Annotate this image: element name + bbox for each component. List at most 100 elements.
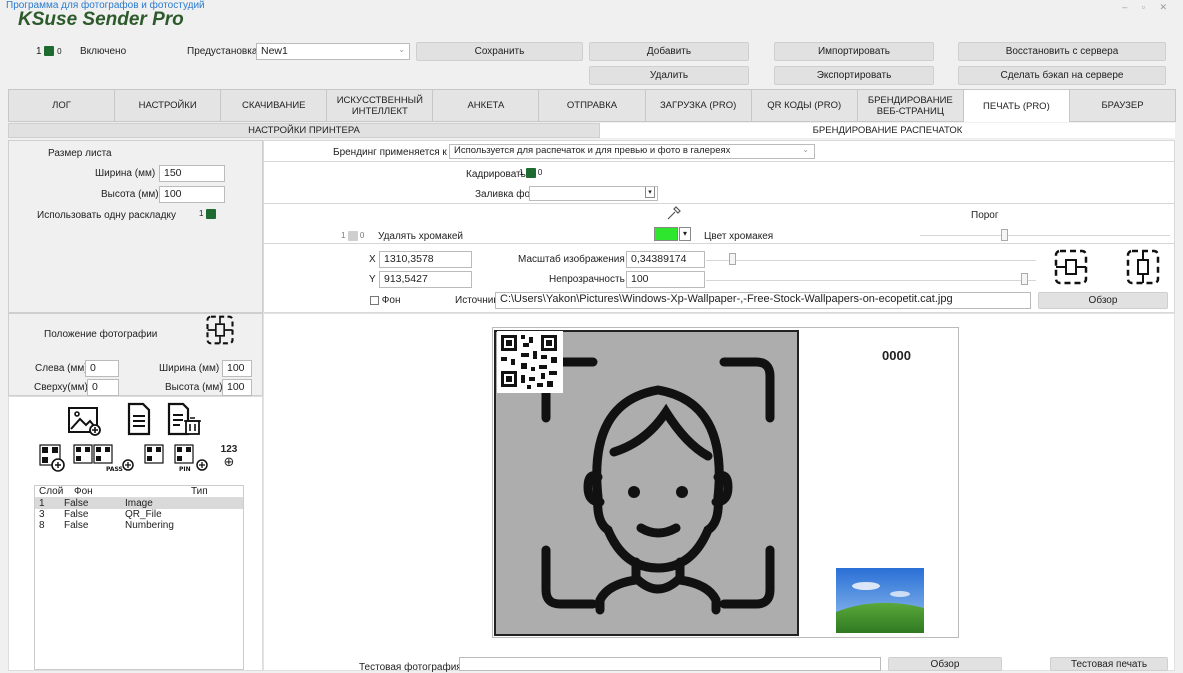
opacity-input[interactable]: 100	[626, 271, 705, 288]
backup-server-button[interactable]: Сделать бэкап на сервере	[958, 66, 1166, 85]
tab-ai[interactable]: ИСКУССТВЕННЫЙ ИНТЕЛЛЕКТ	[326, 89, 434, 122]
preset-label: Предустановка	[187, 46, 258, 57]
delete-document-icon[interactable]	[166, 401, 202, 437]
test-photo-label: Тестовая фотография	[359, 662, 462, 673]
divider	[263, 243, 1175, 244]
source-input[interactable]: C:\Users\Yakon\Pictures\Windows-Xp-Wallp…	[495, 292, 1031, 309]
sheet-height-input[interactable]: 100	[159, 186, 225, 203]
table-row[interactable]: 1 False Image	[35, 498, 243, 509]
tab-settings[interactable]: НАСТРОЙКИ	[114, 89, 222, 122]
add-qr-link-icon[interactable]	[38, 443, 66, 473]
opacity-slider[interactable]	[706, 280, 1036, 281]
scale-input[interactable]: 0,34389174	[626, 251, 705, 268]
threshold-slider-thumb[interactable]	[1001, 229, 1008, 241]
enabled-toggle[interactable]: 1 0	[36, 46, 62, 57]
tab-send[interactable]: ОТПРАВКА	[538, 89, 646, 122]
photo-left-input[interactable]: 0	[85, 360, 119, 377]
tab-print[interactable]: ПЕЧАТЬ (PRO)	[962, 89, 1070, 122]
eyedropper-icon[interactable]	[666, 205, 682, 221]
landscape-photo-icon[interactable]	[836, 568, 924, 633]
photo-width-input[interactable]: 100	[222, 360, 252, 377]
layer-cell: 3	[39, 509, 45, 520]
restore-server-button[interactable]: Восстановить с сервера	[958, 42, 1166, 61]
add-numbering-icon[interactable]: 123 ⊕	[219, 444, 239, 468]
sheet-size-title: Размер листа	[48, 148, 112, 159]
opacity-slider-thumb[interactable]	[1021, 273, 1028, 285]
save-button[interactable]: Сохранить	[416, 42, 583, 61]
crop-toggle[interactable]: 1 0	[519, 168, 542, 178]
toggle-knob	[44, 46, 55, 57]
column-header-bg[interactable]: Фон	[60, 486, 121, 497]
add-image-icon[interactable]	[66, 401, 102, 437]
threshold-slider[interactable]	[920, 235, 1170, 236]
photo-position-title: Положение фотографии	[44, 329, 158, 340]
chevron-down-icon[interactable]: ▾	[679, 227, 691, 241]
window-controls[interactable]: – ▫ ✕	[1122, 2, 1173, 13]
fill-bg-select[interactable]: ▾	[529, 186, 658, 201]
source-label: Источник	[455, 295, 498, 306]
branding-applies-label: Брендинг применяется к	[333, 147, 447, 158]
position-center-icon[interactable]	[205, 315, 235, 345]
qr-code-icon[interactable]	[497, 331, 563, 393]
add-button[interactable]: Добавить	[589, 42, 749, 61]
tab-survey[interactable]: АНКЕТА	[432, 89, 540, 122]
chevron-down-icon: ⌄	[802, 145, 809, 154]
toggle-on-text: 1	[341, 231, 346, 241]
chroma-color-swatch[interactable]	[654, 227, 678, 241]
toggle-on-text: 1	[36, 46, 42, 57]
subtab-print-branding[interactable]: БРЕНДИРОВАНИЕ РАСПЕЧАТОК	[600, 123, 1175, 138]
table-row[interactable]: 8 False Numbering	[35, 520, 243, 531]
column-header-layer[interactable]: Слой	[35, 486, 63, 497]
center-vertical-icon[interactable]	[1126, 249, 1160, 285]
chroma-color-label: Цвет хромакея	[704, 231, 774, 242]
bg-checkbox[interactable]: Фон	[370, 295, 400, 306]
bg-cell: False	[64, 498, 89, 509]
plus-icon: ⊕	[223, 454, 235, 469]
chevron-down-icon: ⌄	[398, 45, 405, 54]
tab-browser[interactable]: БРАУЗЕР	[1068, 89, 1177, 122]
type-cell: Image	[125, 498, 153, 509]
test-photo-input[interactable]	[459, 657, 881, 671]
sheet-height-label: Высота (мм)	[101, 189, 159, 200]
add-qr-pass-icon[interactable]: PASS	[72, 443, 136, 473]
add-qr-pin-icon[interactable]: PIN	[143, 443, 209, 473]
toggle-on-text: 1	[199, 209, 204, 219]
table-row[interactable]: 3 False QR_File	[35, 509, 243, 520]
center-horizontal-icon[interactable]	[1054, 249, 1088, 285]
numbering-text[interactable]: 0000	[882, 348, 911, 363]
sheet-width-input[interactable]: 150	[159, 165, 225, 182]
bg-checkbox-label: Фон	[381, 295, 401, 306]
divider	[263, 203, 1175, 204]
preset-select[interactable]: New1 ⌄	[256, 43, 410, 60]
x-input[interactable]: 1310,3578	[379, 251, 472, 268]
import-button[interactable]: Импортировать	[774, 42, 934, 61]
photo-left-label: Слева (мм)	[35, 363, 88, 374]
column-header-type[interactable]: Тип	[121, 486, 243, 497]
tab-upload[interactable]: ЗАГРУЗКА (PRO)	[644, 89, 752, 122]
checkbox-box	[370, 295, 379, 305]
photo-height-input[interactable]: 100	[222, 379, 252, 396]
tab-download[interactable]: СКАЧИВАНИЕ	[220, 89, 328, 122]
chevron-down-icon: ▾	[645, 187, 655, 198]
source-browse-button[interactable]: Обзор	[1038, 292, 1168, 309]
app-title: KSuse Sender Pro	[18, 9, 184, 30]
svg-text:PASS: PASS	[106, 466, 123, 473]
toggle-knob	[347, 231, 358, 241]
test-photo-browse-button[interactable]: Обзор	[888, 657, 1002, 671]
tab-log[interactable]: ЛОГ	[8, 89, 116, 122]
chroma-remove-toggle[interactable]: 1 0	[341, 231, 364, 241]
bg-cell: False	[64, 520, 89, 531]
tab-web-branding[interactable]: БРЕНДИРОВАНИЕ ВЕБ-СТРАНИЦ	[856, 89, 964, 122]
test-print-button[interactable]: Тестовая печать	[1050, 657, 1168, 671]
branding-applies-select[interactable]: Используется для распечаток и для превью…	[449, 144, 815, 159]
y-input[interactable]: 913,5427	[379, 271, 472, 288]
export-button[interactable]: Экспортировать	[774, 66, 934, 85]
single-layout-toggle[interactable]: 1	[199, 209, 216, 219]
scale-slider[interactable]	[706, 260, 1036, 261]
tab-qr-codes[interactable]: QR КОДЫ (PRO)	[750, 89, 858, 122]
scale-slider-thumb[interactable]	[729, 253, 736, 265]
photo-top-input[interactable]: 0	[87, 379, 119, 396]
subtab-printer-settings[interactable]: НАСТРОЙКИ ПРИНТЕРА	[8, 123, 600, 138]
delete-button[interactable]: Удалить	[589, 66, 749, 85]
document-icon[interactable]	[125, 401, 153, 437]
